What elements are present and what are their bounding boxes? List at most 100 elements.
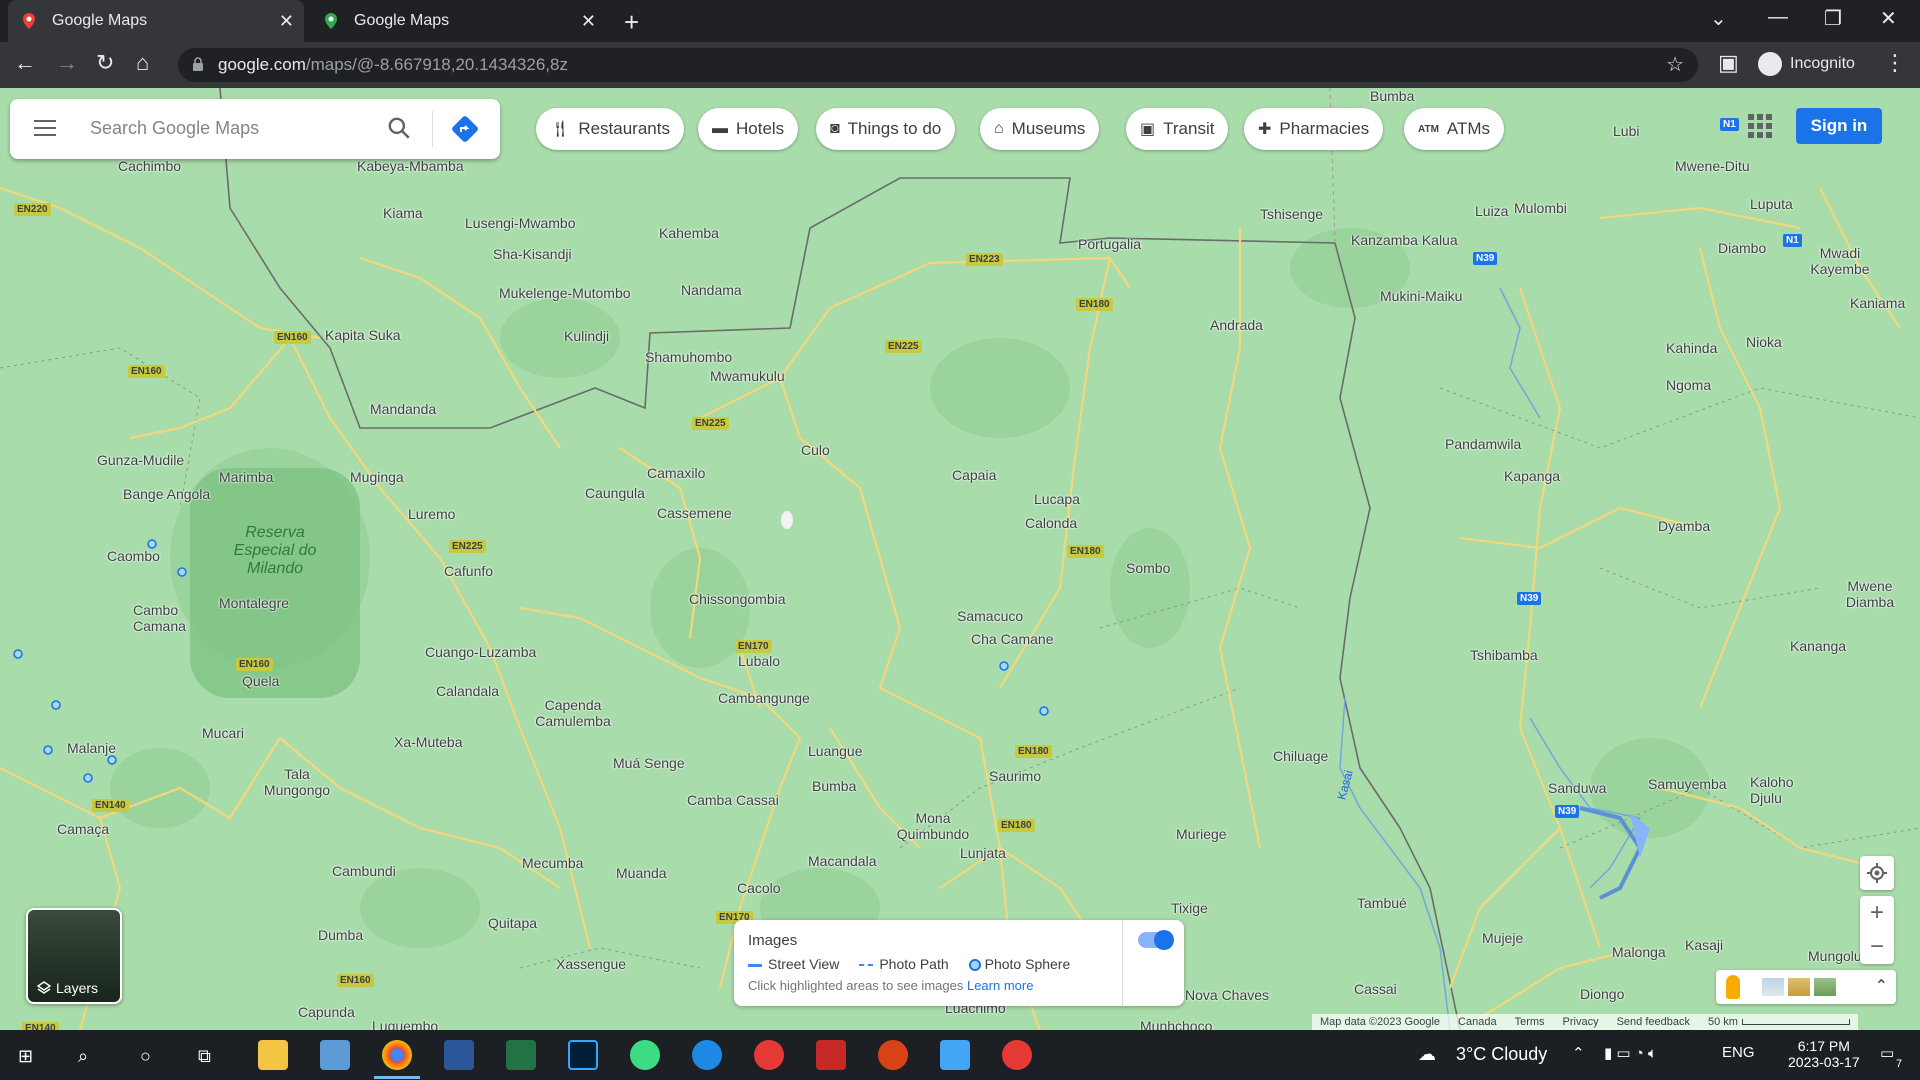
place-label[interactable]: Nioka xyxy=(1746,334,1782,350)
place-label[interactable]: Bumba xyxy=(1370,88,1414,104)
place-label[interactable]: Capunda xyxy=(298,1004,355,1020)
browser-tab-2[interactable]: Google Maps ✕ xyxy=(310,0,606,42)
windows-start-icon[interactable]: ⊞ xyxy=(18,1046,33,1067)
place-label[interactable]: Cambo Camana xyxy=(133,602,193,634)
place-label[interactable]: Mujeje xyxy=(1482,930,1523,946)
place-label[interactable]: Lubalo xyxy=(738,653,780,669)
place-label[interactable]: Caombo xyxy=(107,548,160,564)
place-label[interactable]: Mulombi xyxy=(1514,200,1567,216)
layers-button[interactable]: Layers xyxy=(26,908,122,1004)
chip-atms[interactable]: ATM ATMs xyxy=(1404,108,1505,150)
menu-icon[interactable] xyxy=(34,120,56,138)
word-icon[interactable] xyxy=(444,1040,474,1070)
maximize-button[interactable]: ❐ xyxy=(1824,6,1842,31)
directions-icon[interactable] xyxy=(450,114,480,144)
place-label[interactable]: Camba Cassai xyxy=(687,792,779,808)
place-label[interactable]: Kiama xyxy=(383,205,423,221)
place-label[interactable]: Chissongombia xyxy=(689,591,786,607)
place-label[interactable]: Munhchoco xyxy=(1140,1018,1212,1030)
place-label[interactable]: Kapita Suka xyxy=(325,327,401,343)
place-label[interactable]: Mukini-Maiku xyxy=(1380,288,1462,304)
place-label[interactable]: Lubi xyxy=(1613,123,1639,139)
scale-bar[interactable]: 50 km xyxy=(1708,1016,1850,1028)
search-icon[interactable] xyxy=(386,115,412,141)
place-label[interactable]: Luputa xyxy=(1750,196,1793,212)
place-label[interactable]: Cachimbo xyxy=(118,158,181,174)
place-label[interactable]: Mandanda xyxy=(370,401,436,417)
place-label[interactable]: Kaniama xyxy=(1850,295,1905,311)
place-label[interactable]: Cha Camane xyxy=(971,631,1054,647)
tray-chevron-icon[interactable]: ⌃ xyxy=(1572,1044,1585,1062)
place-label[interactable]: Camaxilo xyxy=(647,465,705,481)
weather-text[interactable]: 3°C Cloudy xyxy=(1456,1044,1547,1065)
place-label[interactable]: Lunjata xyxy=(960,845,1006,861)
place-label[interactable]: Pandamwila xyxy=(1445,436,1521,452)
place-label[interactable]: Mwene Diamba xyxy=(1835,578,1905,610)
map-canvas[interactable]: Reserva Especial do Milando Kasai Cachim… xyxy=(0,88,1920,1030)
chip-restaurants[interactable]: 🍴︎ Restaurants xyxy=(536,108,684,150)
place-label[interactable]: Muginga xyxy=(350,469,404,485)
place-label[interactable]: Lucapa xyxy=(1034,491,1080,507)
place-label[interactable]: Kaloho Djulu xyxy=(1750,774,1810,806)
sign-in-button[interactable]: Sign in xyxy=(1796,108,1882,144)
search-input[interactable]: Search Google Maps xyxy=(90,118,259,139)
chip-transit[interactable]: ▣ Transit xyxy=(1126,108,1229,150)
place-label[interactable]: Kahemba xyxy=(659,225,719,241)
place-label[interactable]: Capaia xyxy=(952,467,996,483)
region-link[interactable]: Canada xyxy=(1458,1016,1497,1028)
browser-menu-icon[interactable]: ⋮ xyxy=(1884,50,1906,76)
place-label[interactable]: Luangue xyxy=(808,743,863,759)
chrome-icon[interactable] xyxy=(382,1040,412,1070)
place-label[interactable]: Cacolo xyxy=(737,880,781,896)
images-toggle[interactable] xyxy=(1138,930,1174,950)
chip-museums[interactable]: ⌂ Museums xyxy=(980,108,1100,150)
place-label[interactable]: Bumba xyxy=(812,778,856,794)
place-label[interactable]: Sha-Kisandji xyxy=(493,246,572,262)
place-label[interactable]: Kasaji xyxy=(1685,937,1723,953)
place-label[interactable]: Mwadi Kayembe xyxy=(1810,245,1870,277)
search-box[interactable]: Search Google Maps xyxy=(10,99,500,159)
place-label[interactable]: Samuyemba xyxy=(1648,776,1727,792)
android-icon[interactable] xyxy=(630,1040,660,1070)
clock[interactable]: 6:17 PM 2023-03-17 xyxy=(1788,1038,1860,1070)
google-apps-icon[interactable] xyxy=(1748,114,1772,138)
place-label[interactable]: Cambundi xyxy=(332,863,396,879)
place-label[interactable]: Luiza xyxy=(1475,203,1508,219)
language-indicator[interactable]: ENG xyxy=(1722,1044,1755,1061)
cortana-icon[interactable]: ○ xyxy=(140,1046,151,1067)
place-label[interactable]: Cassai xyxy=(1354,981,1397,997)
place-label[interactable]: Bange Angola xyxy=(123,486,210,502)
place-label[interactable]: Muriege xyxy=(1176,826,1227,842)
my-location-button[interactable] xyxy=(1860,856,1894,890)
reload-icon[interactable]: ↻ xyxy=(96,50,114,76)
place-label[interactable]: Nova Chaves xyxy=(1185,987,1269,1003)
place-label[interactable]: Calonda xyxy=(1025,515,1077,531)
photoshop-icon[interactable] xyxy=(568,1040,598,1070)
place-label[interactable]: Samacuco xyxy=(957,608,1023,624)
chip-pharmacies[interactable]: ✚ Pharmacies xyxy=(1244,108,1384,150)
forward-icon[interactable]: → xyxy=(56,50,78,76)
browser-tab-1[interactable]: Google Maps ✕ xyxy=(8,0,304,42)
send-feedback-link[interactable]: Send feedback xyxy=(1617,1016,1690,1028)
side-panel-icon[interactable]: ▣ xyxy=(1718,50,1739,76)
mu-app-icon[interactable] xyxy=(692,1040,722,1070)
place-label[interactable]: Mungolu xyxy=(1808,948,1862,964)
place-label[interactable]: Mukelenge-Mutombo xyxy=(499,285,631,301)
place-label[interactable]: Tshibamba xyxy=(1470,647,1538,663)
minimize-button[interactable]: — xyxy=(1768,6,1788,29)
place-label[interactable]: Kabeya-Mbamba xyxy=(357,158,464,174)
place-label[interactable]: Xassengue xyxy=(556,956,626,972)
chip-things-to-do[interactable]: ◙ Things to do xyxy=(816,108,956,150)
home-icon[interactable]: ⌂ xyxy=(136,50,149,76)
place-label[interactable]: Saurimo xyxy=(989,768,1041,784)
place-label[interactable]: Dyamba xyxy=(1658,518,1710,534)
place-label[interactable]: Ngoma xyxy=(1666,377,1711,393)
back-icon[interactable]: ← xyxy=(14,50,36,76)
learn-more-link[interactable]: Learn more xyxy=(967,978,1033,993)
close-window-button[interactable]: ✕ xyxy=(1880,6,1897,31)
place-label[interactable]: Diongo xyxy=(1580,986,1624,1002)
place-label[interactable]: Capenda Camulemba xyxy=(533,697,613,729)
close-tab-icon[interactable]: ✕ xyxy=(581,11,596,32)
place-label[interactable]: Andrada xyxy=(1210,317,1263,333)
address-bar[interactable]: google.com/maps/@-8.667918,20.1434326,8z… xyxy=(178,48,1698,82)
